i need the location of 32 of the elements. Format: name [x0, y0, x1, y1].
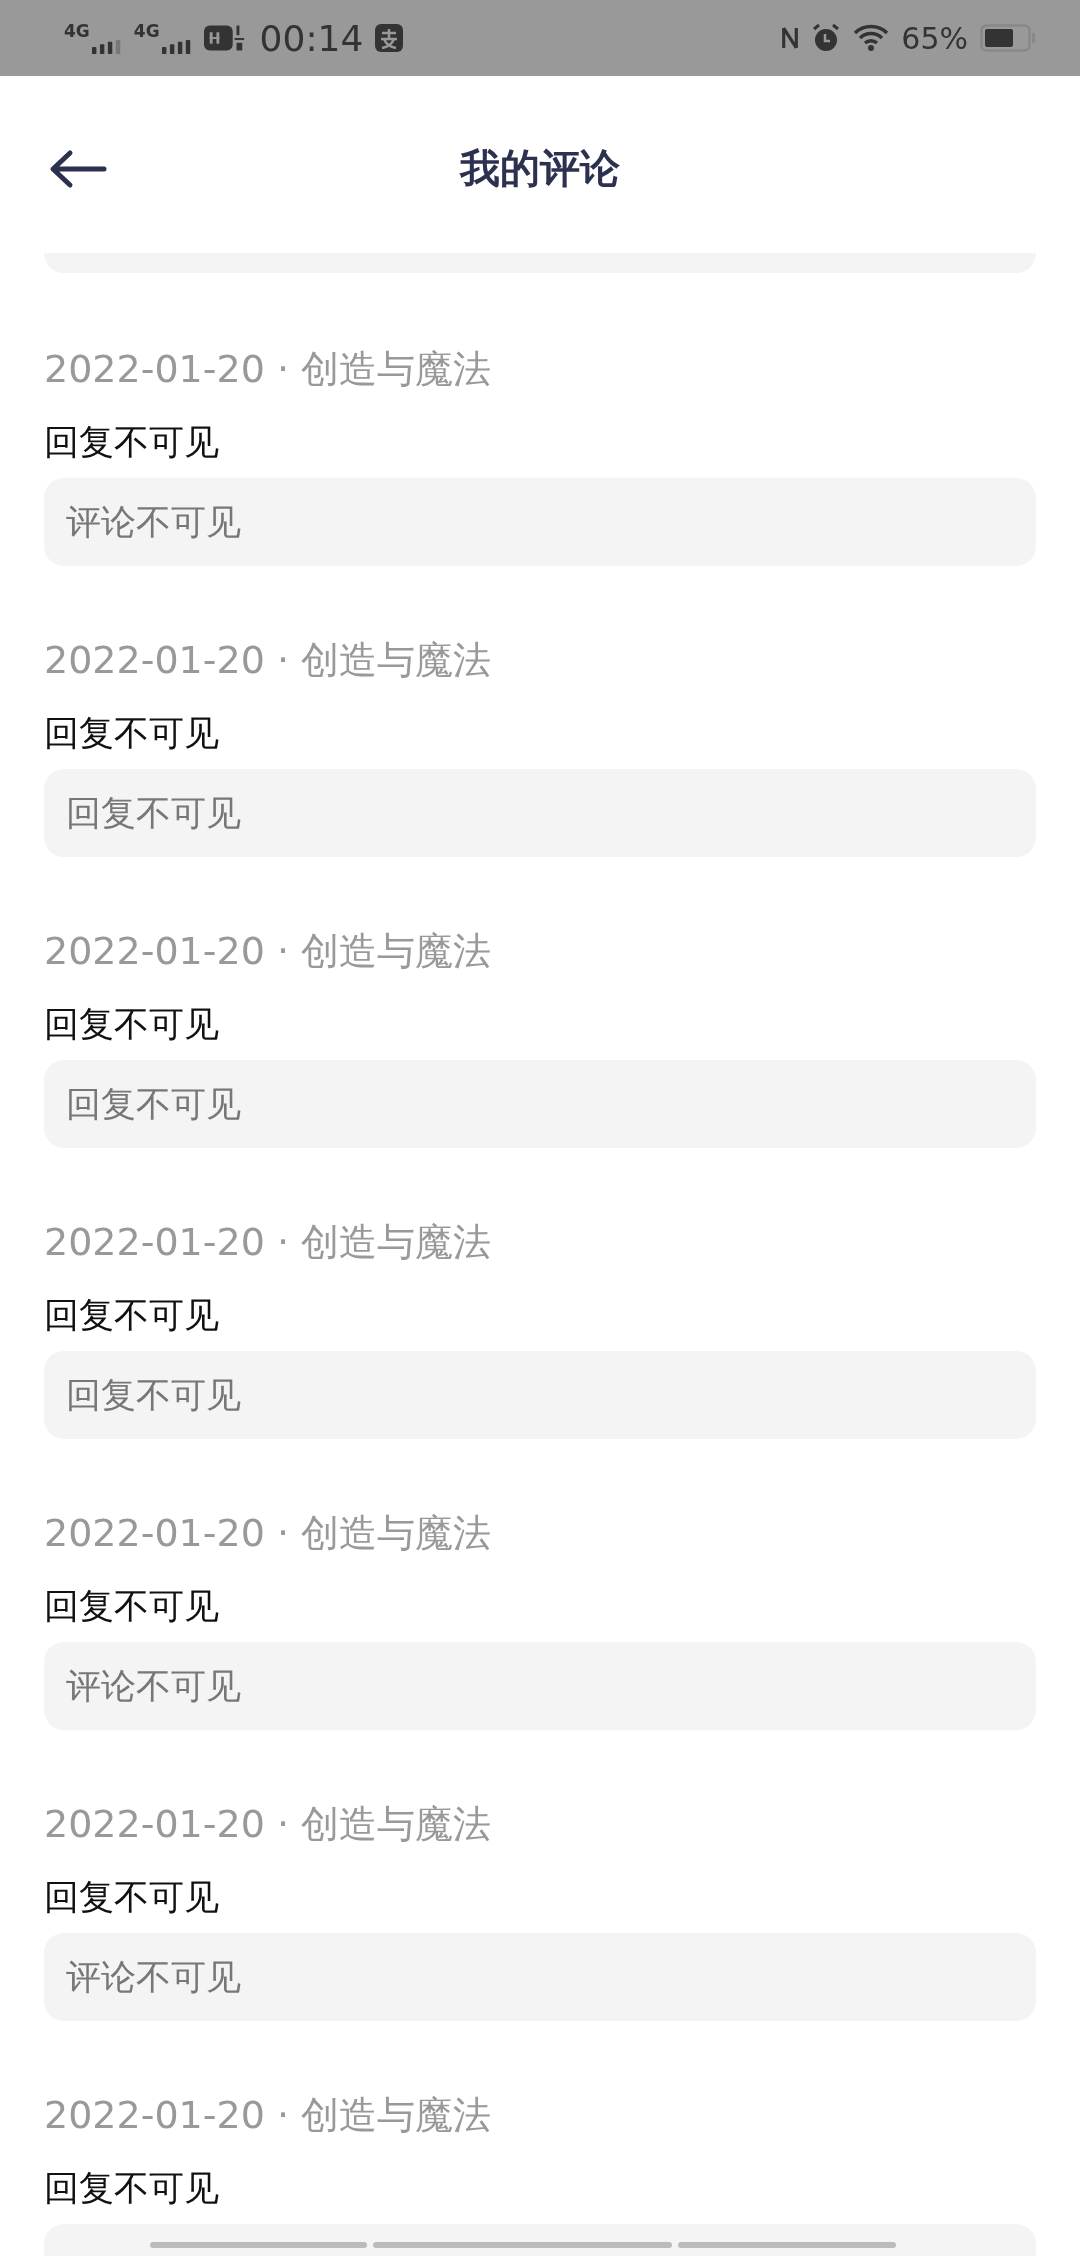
quoted-comment: 评论不可见 — [44, 478, 1036, 566]
signal-icon — [161, 39, 192, 55]
comment-date-topic: 2022-01-20 · 创造与魔法 — [44, 637, 493, 684]
battery-icon — [980, 24, 1036, 52]
comment-date-topic: 2022-01-20 · 创造与魔法 — [44, 928, 493, 975]
clock-time: 00:14 — [259, 17, 364, 59]
comment-date-topic: 2022-01-20 · 创造与魔法 — [44, 1510, 493, 1557]
comment-date-topic: 2022-01-20 · 创造与魔法 — [44, 1219, 493, 1266]
reply-text: 回复不可见 — [44, 1876, 220, 1919]
page-title: 我的评论 — [460, 144, 620, 193]
quoted-comment: 评论不可见 — [44, 1642, 1036, 1730]
network-label: 4G — [133, 21, 160, 41]
quoted-comment: 回复不可见 — [44, 769, 1036, 857]
reply-text: 回复不可见 — [44, 421, 220, 464]
comment-date-topic: 2022-01-20 · 创造与魔法 — [44, 346, 493, 393]
alarm-icon — [811, 23, 842, 53]
signal-icon — [91, 39, 122, 55]
comment-date-topic: 2022-01-20 · 创造与魔法 — [44, 1801, 493, 1848]
battery-percent: 65% — [901, 20, 968, 56]
reply-text: 回复不可见 — [44, 1585, 220, 1628]
quoted-comment: 评论不可见 — [44, 1933, 1036, 2021]
reply-text: 回复不可见 — [44, 1003, 220, 1046]
payment-app-icon — [375, 24, 404, 52]
quoted-comment: 回复不可见 — [44, 1351, 1036, 1439]
comment-date-topic: 2022-01-20 · 创造与魔法 — [44, 2092, 493, 2139]
wifi-icon — [853, 24, 890, 52]
quoted-comment: 回复不可见 — [44, 1060, 1036, 1148]
back-arrow-icon — [48, 148, 108, 189]
reply-text: 回复不可见 — [44, 1294, 220, 1337]
network-label: 4G — [64, 21, 90, 41]
reply-text: 回复不可见 — [44, 712, 220, 755]
reply-text: 回复不可见 — [44, 2167, 220, 2210]
